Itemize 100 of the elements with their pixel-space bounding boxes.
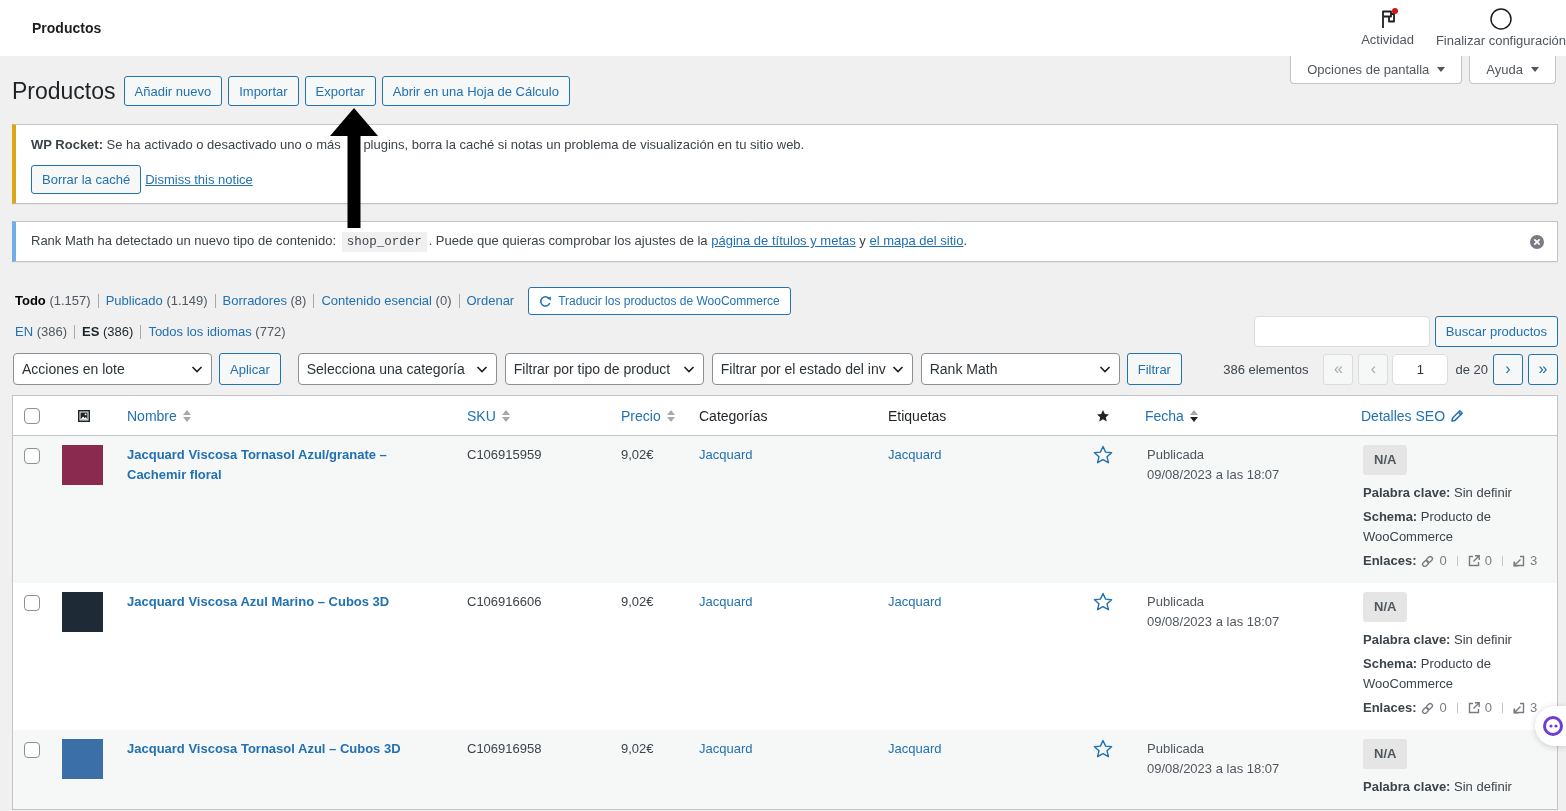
incoming-link-icon <box>1512 702 1525 714</box>
apply-button[interactable]: Aplicar <box>219 353 281 385</box>
dropdown-tab[interactable]: Opciones de pantalla <box>1290 56 1463 84</box>
notice-link[interactable]: página de títulos y metas <box>711 233 856 248</box>
status-text: Publicada <box>1147 740 1206 758</box>
page-total-text: de 20 <box>1455 361 1488 377</box>
category-link[interactable]: Jacquard <box>699 594 753 609</box>
image-icon <box>77 409 90 422</box>
column-sort-link[interactable]: SKU <box>467 407 511 424</box>
checkbox[interactable] <box>24 448 40 464</box>
page-action-button[interactable]: Exportar <box>304 76 376 106</box>
date-text: 09/08/2023 a las 18:07 <box>1147 613 1281 631</box>
page-number-field[interactable]: 1 <box>1392 353 1449 385</box>
activity-button[interactable]: Actividad <box>1350 0 1425 56</box>
notice-button[interactable]: Borrar la caché <box>31 165 142 194</box>
page-action-button[interactable]: Abrir en una Hoja de Cálculo <box>381 76 570 106</box>
link-count: 3 <box>1529 552 1538 570</box>
checkbox[interactable] <box>24 407 40 424</box>
seo-score-badge: N/A <box>1363 445 1408 475</box>
star-icon[interactable] <box>1092 445 1113 465</box>
search-button[interactable]: Buscar productos <box>1434 316 1558 347</box>
translate-button[interactable]: Traducir los productos de WooCommerce <box>528 287 791 315</box>
tag-link[interactable]: Jacquard <box>888 447 942 462</box>
view-filter-link[interactable]: Contenido esencial (0) <box>321 292 452 310</box>
date-text: 09/08/2023 a las 18:07 <box>1147 466 1281 484</box>
link-count: 0 <box>1484 552 1492 570</box>
seo-schema-text: Schema: Producto de WooCommerce <box>1363 655 1492 693</box>
seo-schema-text: Schema: Producto de WooCommerce <box>1363 508 1492 546</box>
search-field[interactable] <box>1253 316 1430 347</box>
column-header: Categorías <box>699 407 768 424</box>
star-icon <box>1095 408 1110 423</box>
language-filter-link[interactable]: EN (386) <box>15 322 68 341</box>
filter-select[interactable]: Filtrar por tipo de product <box>504 353 704 385</box>
tag-link[interactable]: Jacquard <box>888 594 942 609</box>
date-text: 09/08/2023 a las 18:07 <box>1147 760 1281 778</box>
page-title: Productos <box>32 20 102 36</box>
star-icon[interactable] <box>1092 592 1113 612</box>
view-filter-link[interactable]: Publicado (1.149) <box>105 292 208 310</box>
setup-button[interactable]: Finalizar configuración <box>1424 0 1566 56</box>
price-text: 9,02€ <box>621 447 654 462</box>
link-count: 0 <box>1439 699 1447 717</box>
link-icon <box>1421 701 1435 715</box>
product-name-link[interactable]: Jacquard Viscosa Tornasol Azul – Cubos 3D <box>127 739 443 759</box>
bulk-actions-select[interactable]: Acciones en lote <box>13 353 212 385</box>
pencil-icon <box>1450 408 1465 423</box>
price-text: 9,02€ <box>621 741 654 756</box>
product-name-link[interactable]: Jacquard Viscosa Azul Marino – Cubos 3D <box>127 592 443 612</box>
filter-select[interactable]: Filtrar por el estado del inv <box>711 353 913 385</box>
column-sort-link[interactable]: Precio <box>621 407 676 424</box>
column-header: Etiquetas <box>888 407 947 424</box>
close-icon[interactable] <box>1530 234 1544 249</box>
link-count: 0 <box>1439 552 1447 570</box>
seo-score-badge: N/A <box>1363 739 1408 769</box>
column-sort-link[interactable]: Fecha <box>1145 407 1199 424</box>
filter-select[interactable]: Selecciona una categoría <box>297 353 497 385</box>
seo-score-badge: N/A <box>1363 592 1408 622</box>
view-filter-link[interactable]: Borradores (8) <box>222 292 307 310</box>
links-label: Enlaces: <box>1363 552 1417 570</box>
seo-keyword-text: Palabra clave: Sin definir <box>1363 484 1513 502</box>
category-link[interactable]: Jacquard <box>699 741 753 756</box>
pager-button[interactable]: » <box>1528 353 1558 385</box>
language-filter-link[interactable]: Todos los idiomas (772) <box>148 322 286 341</box>
external-link-icon <box>1467 555 1480 567</box>
link-count: 3 <box>1529 699 1538 717</box>
tag-link[interactable]: Jacquard <box>888 741 942 756</box>
star-icon[interactable] <box>1092 739 1113 759</box>
view-filter-link[interactable]: Todo (1.157) <box>15 292 91 310</box>
dismiss-link[interactable]: Dismiss this notice <box>145 172 253 187</box>
page-action-button[interactable]: Añadir nuevo <box>123 76 223 106</box>
view-filter-link[interactable]: Ordenar <box>466 292 515 310</box>
circle-icon <box>1489 8 1512 30</box>
incoming-link-icon <box>1512 555 1525 567</box>
category-link[interactable]: Jacquard <box>699 447 753 462</box>
link-icon <box>1421 554 1435 568</box>
seo-details-link[interactable]: Detalles SEO <box>1361 407 1465 424</box>
filter-button[interactable]: Filtrar <box>1126 353 1182 385</box>
circular-arrow-icon <box>539 294 553 308</box>
language-filter-link[interactable]: ES (386) <box>82 322 134 341</box>
seo-keyword-text: Palabra clave: Sin definir <box>1363 631 1513 649</box>
notice-text: Rank Math ha detectado un nuevo tipo de contenido: shop_order . Puede que quieras comprobar los ajustes de la página de títulos y metas y el mapa del sitio. <box>31 232 968 251</box>
checkbox[interactable] <box>24 742 40 758</box>
filter-select[interactable]: Rank Math <box>920 353 1120 385</box>
sku-text: C106916606 <box>467 594 542 609</box>
page-heading: Productos <box>12 77 116 106</box>
page-action-button[interactable]: Importar <box>228 76 299 106</box>
pager-button[interactable]: › <box>1493 353 1523 385</box>
product-name-link[interactable]: Jacquard Viscosa Tornasol Azul/granate – Cachemir floral <box>127 445 443 485</box>
caret-icon <box>1437 67 1446 72</box>
dropdown-tab[interactable]: Ayuda <box>1469 56 1556 84</box>
status-text: Publicada <box>1147 593 1206 611</box>
item-count-text: 386 elementos <box>1223 361 1309 377</box>
notice-text: WP Rocket: Se ha activado o desactivado uno o más plugins, borra la caché si notas un problema de visualización en tu sitio web. <box>31 136 806 154</box>
sku-text: C106915959 <box>467 447 542 462</box>
caret-icon <box>1531 67 1539 72</box>
checkbox[interactable] <box>24 595 40 611</box>
price-text: 9,02€ <box>621 594 654 609</box>
column-sort-link[interactable]: Nombre <box>127 407 192 424</box>
seo-keyword-text: Palabra clave: Sin definir <box>1363 778 1513 796</box>
sku-text: C106916958 <box>467 741 542 756</box>
status-text: Publicada <box>1147 446 1206 464</box>
